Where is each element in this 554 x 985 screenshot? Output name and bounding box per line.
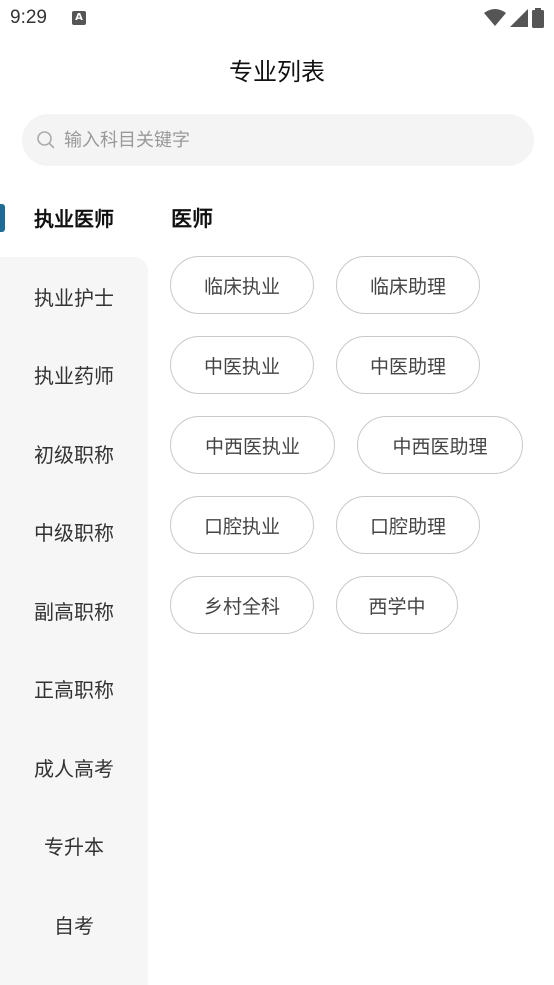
sidebar-item-junior-title[interactable]: 初级职称 [0, 414, 148, 492]
sidebar-item-label: 执业医师 [34, 206, 114, 231]
page-title: 专业列表 [229, 58, 325, 86]
battery-icon [532, 8, 544, 28]
sidebar-item-intermediate-title[interactable]: 中级职称 [0, 492, 148, 570]
chip-clinical-assistant[interactable]: 临床助理 [336, 256, 480, 314]
sidebar-item-adult-college-exam[interactable]: 成人高考 [0, 728, 148, 806]
chip-label: 临床助理 [369, 275, 446, 298]
category-sidebar: 执业医师 执业护士 执业药师 初级职称 中级职称 副高职称 正高职称 成人高考 … [0, 178, 148, 985]
sidebar-item-practicing-pharmacist[interactable]: 执业药师 [0, 335, 148, 413]
sidebar-item-label: 成人高考 [34, 756, 114, 781]
sidebar-item-label: 正高职称 [34, 677, 114, 702]
chip-label: 乡村全科 [203, 595, 280, 618]
chip-label: 中医执业 [203, 355, 280, 378]
signal-icon [510, 9, 528, 27]
chip-integrated-assistant[interactable]: 中西医助理 [357, 416, 523, 474]
chip-label: 中西医执业 [204, 435, 300, 458]
sidebar-item-label: 执业药师 [34, 363, 114, 388]
status-icons [484, 8, 544, 28]
chip-western-learn-tcm[interactable]: 西学中 [336, 576, 458, 634]
sidebar-item-label: 初级职称 [34, 442, 114, 467]
chip-label: 临床执业 [203, 275, 280, 298]
wifi-icon [484, 9, 506, 26]
active-indicator [0, 204, 5, 232]
sidebar-item-label: 专升本 [44, 834, 104, 859]
sidebar-item-label: 中级职称 [34, 520, 114, 545]
chip-label: 中医助理 [369, 355, 446, 378]
chip-dental-assistant[interactable]: 口腔助理 [336, 496, 480, 554]
chip-label: 口腔执业 [203, 515, 280, 538]
chip-dental-practice[interactable]: 口腔执业 [170, 496, 314, 554]
chip-label: 西学中 [368, 595, 426, 618]
sidebar-item-practicing-physician[interactable]: 执业医师 [0, 178, 148, 256]
chip-label: 口腔助理 [369, 515, 446, 538]
sidebar-item-associate-senior-title[interactable]: 副高职称 [0, 571, 148, 649]
search-icon [37, 131, 55, 149]
search-input[interactable] [64, 129, 484, 151]
sidebar-item-label: 副高职称 [34, 599, 114, 624]
sidebar-item-label: 自考 [54, 913, 94, 938]
chip-label: 中西医助理 [392, 435, 488, 458]
chip-rural-general[interactable]: 乡村全科 [170, 576, 314, 634]
sidebar-item-self-study-exam[interactable]: 自考 [0, 885, 148, 963]
sidebar-item-label: 执业护士 [34, 285, 114, 310]
search-bar[interactable] [22, 114, 534, 166]
status-time: 9:29 [10, 7, 47, 28]
section-title: 医师 [171, 207, 213, 231]
chip-clinical-practice[interactable]: 临床执业 [170, 256, 314, 314]
chip-tcm-assistant[interactable]: 中医助理 [336, 336, 480, 394]
notification-a-icon: A [72, 11, 86, 25]
chip-integrated-practice[interactable]: 中西医执业 [170, 416, 335, 474]
chip-tcm-practice[interactable]: 中医执业 [170, 336, 314, 394]
sidebar-item-senior-title[interactable]: 正高职称 [0, 649, 148, 727]
status-bar: 9:29 A [0, 0, 554, 38]
sidebar-item-practicing-nurse[interactable]: 执业护士 [0, 257, 148, 335]
sidebar-item-upgrade-to-bachelor[interactable]: 专升本 [0, 806, 148, 884]
